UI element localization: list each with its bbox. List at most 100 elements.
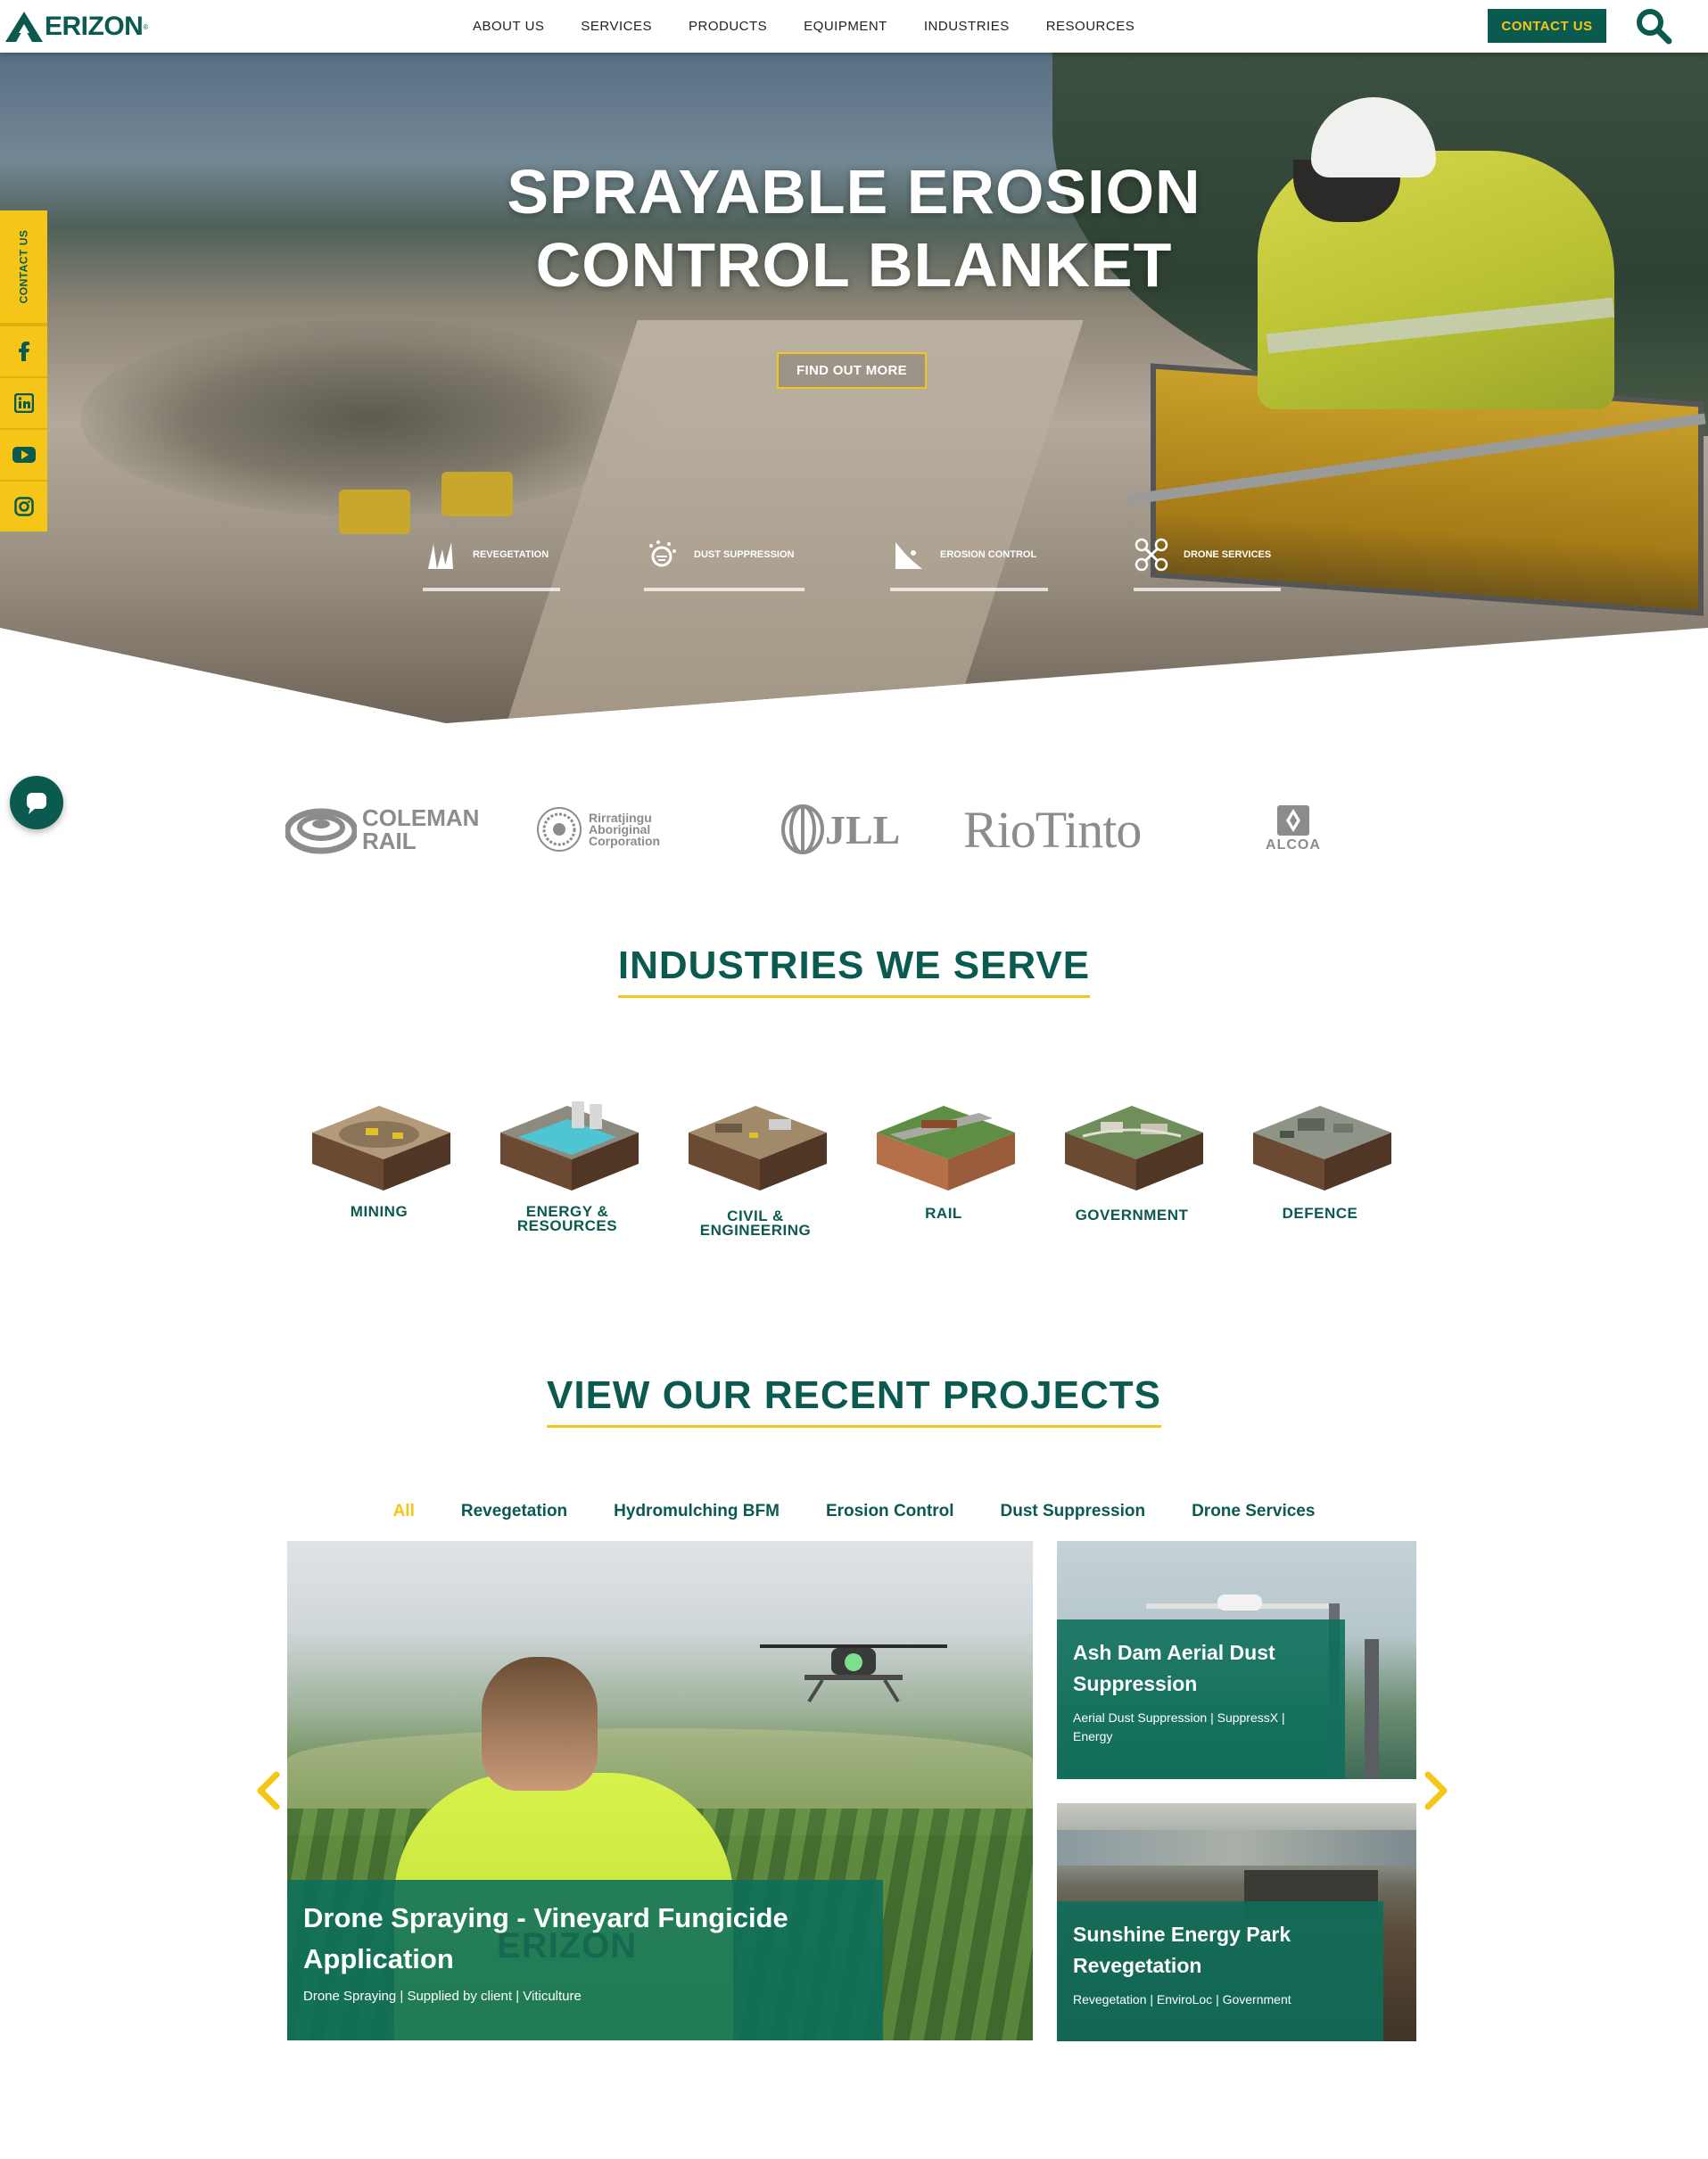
industries-heading: INDUSTRIES WE SERVE	[0, 944, 1708, 998]
nav-services[interactable]: SERVICES	[581, 19, 652, 34]
linkedin-icon[interactable]	[0, 376, 47, 428]
industry-civil-engineering[interactable]: CIVIL & ENGINEERING	[662, 1084, 849, 1262]
facebook-icon[interactable]	[0, 325, 47, 376]
ash-dam-title: Ash Dam Aerial Dust Suppression	[1073, 1637, 1329, 1700]
filter-erosion-control[interactable]: Erosion Control	[826, 1502, 954, 1521]
rail-illustration	[877, 1106, 1015, 1191]
ash-dam-tags-line-1: Aerial Dust Suppression | SuppressX |	[1073, 1710, 1285, 1725]
ash-dam-tags: Aerial Dust Suppression | SuppressX | En…	[1073, 1709, 1329, 1746]
industry-label: CIVIL & ENGINEERING	[662, 1208, 849, 1238]
featured-project-caption: Drone Spraying - Vineyard Fungicide Appl…	[287, 1880, 883, 2040]
aircraft-body-image	[1217, 1595, 1262, 1611]
filter-hydromulching-bfm[interactable]: Hydromulching BFM	[614, 1502, 780, 1521]
search-icon[interactable]	[1635, 7, 1672, 45]
sunshine-tags-line-1: Revegetation | EnviroLoc | Government	[1073, 1992, 1291, 2007]
contact-us-button[interactable]: CONTACT US	[1488, 9, 1606, 43]
industry-label: RAIL	[850, 1205, 1037, 1222]
filter-dust-suppression[interactable]: Dust Suppression	[1001, 1502, 1146, 1521]
carousel-next-arrow-icon[interactable]	[1421, 1766, 1453, 1816]
sunshine-tags: Revegetation | EnviroLoc | Government	[1073, 1990, 1367, 2009]
filter-drone-services[interactable]: Drone Services	[1192, 1502, 1315, 1521]
hero-quarry-pit	[80, 320, 660, 516]
ash-dam-title-line-1: Ash Dam Aerial Dust	[1073, 1641, 1275, 1664]
industry-label-line-1: RAIL	[925, 1205, 962, 1222]
nav-equipment[interactable]: EQUIPMENT	[804, 19, 887, 34]
site-header: ERIZON ® ABOUT US SERVICES PRODUCTS EQUI…	[0, 0, 1708, 53]
excavator-image	[441, 472, 513, 516]
ash-dam-title-line-2: Suppression	[1073, 1672, 1198, 1695]
projects-title: VIEW OUR RECENT PROJECTS	[547, 1373, 1161, 1428]
jacket-logo-text: ERIZON	[497, 1926, 638, 1965]
service-label: REVEGETATION	[473, 549, 549, 560]
coleman-rail-logo: COLEMAN RAIL	[285, 794, 482, 865]
project-card-featured[interactable]: Drone Spraying - Vineyard Fungicide Appl…	[287, 1541, 1033, 2040]
rirratjingu-logo: Rirratjingu Aboriginal Corporation	[535, 794, 696, 865]
drone-icon	[1134, 537, 1169, 573]
chimney-image	[1365, 1639, 1379, 1779]
industry-energy-resources[interactable]: ENERGY & RESOURCES	[474, 1084, 661, 1262]
industry-label-line-2: RESOURCES	[516, 1217, 618, 1234]
side-contact-label: CONTACT US	[17, 229, 30, 304]
ash-dam-tags-line-2: Energy	[1073, 1729, 1113, 1743]
industry-government[interactable]: GOVERNMENT	[1038, 1084, 1225, 1262]
nav-products[interactable]: PRODUCTS	[689, 19, 767, 34]
alcoa-text: ALCOA	[1266, 837, 1321, 853]
jll-text: JLL	[825, 806, 901, 853]
registered-mark: ®	[143, 22, 149, 31]
projects-heading: VIEW OUR RECENT PROJECTS	[0, 1373, 1708, 1428]
industry-label: ENERGY & RESOURCES	[474, 1204, 661, 1234]
filter-all[interactable]: All	[393, 1502, 415, 1521]
coleman-line-1: COLEMAN	[362, 804, 480, 831]
industry-mining[interactable]: MINING	[285, 1084, 473, 1262]
nav-industries[interactable]: INDUSTRIES	[924, 19, 1010, 34]
filter-revegetation[interactable]: Revegetation	[461, 1502, 567, 1521]
sunshine-title-line-2: Revegetation	[1073, 1954, 1202, 1977]
sunshine-caption: Sunshine Energy Park Revegetation Revege…	[1057, 1901, 1383, 2041]
service-link-drone-services[interactable]: DRONE SERVICES	[1134, 531, 1281, 591]
service-link-revegetation[interactable]: REVEGETATION	[423, 531, 560, 591]
project-card-ash-dam[interactable]: Ash Dam Aerial Dust Suppression Aerial D…	[1057, 1541, 1416, 1779]
industrial-buildings-image	[1057, 1830, 1416, 1866]
side-contact-us-tab[interactable]: CONTACT US	[0, 210, 47, 325]
chat-icon[interactable]	[10, 776, 63, 829]
drone-image	[760, 1644, 947, 1703]
carousel-prev-arrow-icon[interactable]	[252, 1766, 284, 1816]
worker-head	[482, 1657, 598, 1791]
service-link-erosion-control[interactable]: EROSION CONTROL	[890, 531, 1048, 591]
dust-icon	[644, 537, 680, 573]
sunshine-title: Sunshine Energy Park Revegetation	[1073, 1919, 1367, 1982]
rio-tinto-text: RioTinto	[963, 800, 1142, 859]
project-filter-tabs: All Revegetation Hydromulching BFM Erosi…	[0, 1502, 1708, 1521]
erizon-logo[interactable]: ERIZON ®	[5, 9, 148, 45]
mining-illustration	[312, 1106, 450, 1191]
project-card-sunshine-energy-park[interactable]: Sunshine Energy Park Revegetation Revege…	[1057, 1803, 1416, 2041]
rirratjingu-line-3: Corporation	[589, 833, 661, 848]
industry-rail[interactable]: RAIL	[850, 1084, 1037, 1262]
industry-defence[interactable]: DEFENCE	[1226, 1084, 1414, 1262]
excavator-image	[339, 490, 410, 534]
defence-illustration	[1253, 1106, 1391, 1191]
service-label: EROSION CONTROL	[940, 549, 1037, 560]
jll-logo: JLL	[780, 794, 905, 865]
industry-label: DEFENCE	[1226, 1205, 1414, 1222]
service-link-dust-suppression[interactable]: DUST SUPPRESSION	[644, 531, 804, 591]
nav-about-us[interactable]: ABOUT US	[473, 19, 544, 34]
hero-title-line-2: CONTROL BLANKET	[535, 230, 1173, 300]
erizon-triangle-icon	[5, 12, 43, 42]
slope-icon	[890, 537, 926, 573]
hero-title-line-1: SPRAYABLE EROSION	[507, 157, 1201, 227]
client-logos: COLEMAN RAIL Rirratjingu Aboriginal Corp…	[285, 794, 1409, 865]
grass-icon	[423, 537, 458, 573]
featured-project-tags: Drone Spraying | Supplied by client | Vi…	[303, 1989, 582, 2004]
nav-resources[interactable]: RESOURCES	[1046, 19, 1135, 34]
industry-label: GOVERNMENT	[1038, 1207, 1225, 1223]
industry-label-line-1: DEFENCE	[1282, 1205, 1358, 1222]
side-social-bar: CONTACT US	[0, 210, 47, 532]
energy-illustration	[500, 1101, 639, 1191]
industry-label: MINING	[285, 1204, 473, 1219]
find-out-more-button[interactable]: FIND OUT MORE	[777, 352, 927, 389]
youtube-icon[interactable]	[0, 428, 47, 480]
instagram-icon[interactable]	[0, 480, 47, 532]
hero-banner: SPRAYABLE EROSION CONTROL BLANKET FIND O…	[0, 53, 1708, 723]
industries-grid: MINING ENERGY & RESOURCES CIVIL & ENGINE…	[285, 1084, 1409, 1280]
